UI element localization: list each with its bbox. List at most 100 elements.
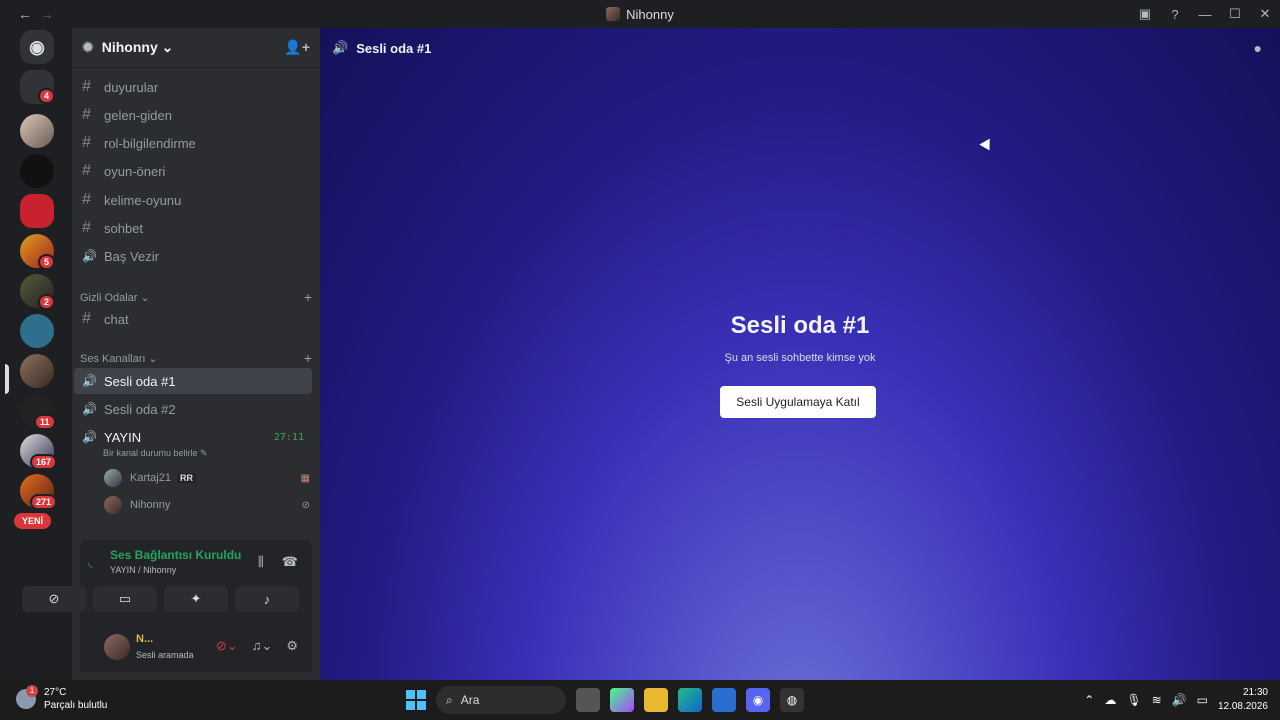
- voice-panel-icons: ⫼ ☎: [258, 554, 298, 570]
- minimize-button[interactable]: —: [1190, 7, 1220, 22]
- channel-bas-vezir[interactable]: 🔊 Baş Vezir: [74, 243, 312, 269]
- voice-user-nihonny[interactable]: Nihonny ⊘: [104, 493, 310, 517]
- battery-icon[interactable]: ▭: [1197, 693, 1208, 707]
- chevron-up-icon[interactable]: ⌃: [1084, 693, 1094, 707]
- temperature: 27°C: [44, 687, 67, 698]
- obs-icon[interactable]: ◍: [780, 688, 804, 712]
- server-icon[interactable]: [20, 194, 54, 228]
- chat-icon[interactable]: ●: [1254, 40, 1262, 56]
- speaker-icon: 🔊: [82, 402, 97, 416]
- discord-home-icon[interactable]: ◉: [20, 30, 54, 64]
- speaker-icon: 🔊: [82, 374, 97, 388]
- taskbar-search[interactable]: ⌕ Ara: [436, 686, 566, 714]
- forward-arrow-icon[interactable]: →: [40, 6, 54, 22]
- onedrive-icon[interactable]: ☁: [1104, 693, 1116, 707]
- channel-status-prompt[interactable]: Bir kanal durumu belirle ✎: [103, 448, 208, 459]
- channel-label: duyurular: [104, 79, 159, 95]
- speaker-icon: 🔊: [82, 430, 97, 444]
- activities-button[interactable]: ✦: [164, 586, 228, 612]
- invite-people-icon[interactable]: 👤+: [284, 39, 310, 56]
- back-arrow-icon[interactable]: ←: [18, 6, 32, 22]
- server-icon[interactable]: [20, 314, 54, 348]
- mute-mic-icon[interactable]: ⊘⌄: [216, 638, 238, 654]
- volume-icon[interactable]: 🔊: [1172, 693, 1187, 707]
- channel-rol-bilgilendirme[interactable]: # rol-bilgilendirme: [74, 130, 312, 156]
- inbox-icon[interactable]: ▣: [1130, 6, 1160, 22]
- channel-oyun-oneri[interactable]: # oyun-öneri: [74, 158, 312, 184]
- user-tag: RR: [176, 473, 196, 483]
- mention-badge: 2: [38, 294, 56, 310]
- channel-gelen-giden[interactable]: # gelen-giden: [74, 102, 312, 128]
- hash-icon: #: [82, 191, 91, 208]
- file-explorer-icon[interactable]: [644, 688, 668, 712]
- settings-gear-icon[interactable]: ⚙: [286, 638, 298, 654]
- category-gizli-odalar[interactable]: Gizli Odalar ⌄ +: [80, 289, 312, 305]
- camera-off-button[interactable]: ⊘: [22, 586, 86, 612]
- channel-chat[interactable]: # chat: [74, 306, 312, 332]
- avatar: [606, 7, 621, 21]
- voice-user-kartaj21[interactable]: Kartaj21 RR ▦: [104, 466, 310, 490]
- screen-share-button[interactable]: ▭: [93, 586, 157, 612]
- noise-suppression-icon[interactable]: ⫼: [258, 554, 264, 570]
- close-button[interactable]: ✕: [1250, 6, 1280, 22]
- server-icon[interactable]: [20, 114, 54, 148]
- category-label: Gizli Odalar ⌄: [80, 291, 150, 304]
- hash-icon: #: [82, 106, 91, 123]
- hash-icon: #: [82, 219, 91, 236]
- channel-kelime-oyunu[interactable]: # kelime-oyunu: [74, 187, 312, 213]
- activity-icon: ▦: [300, 472, 310, 484]
- search-label: Ara: [460, 693, 480, 707]
- discord-taskbar-icon[interactable]: ◉: [746, 688, 770, 712]
- join-voice-button[interactable]: Sesli Uygulamaya Katıl: [720, 386, 876, 418]
- disconnect-icon[interactable]: ☎: [282, 554, 298, 570]
- avatar[interactable]: [104, 634, 130, 660]
- clock[interactable]: 21:30 12.08.2026: [1218, 686, 1268, 714]
- muted-mic-icon: ⊘: [301, 499, 310, 511]
- help-icon[interactable]: ?: [1160, 7, 1190, 22]
- voice-channel-yayin[interactable]: 🔊 YAYIN 27:11: [74, 424, 312, 450]
- weather-widget[interactable]: 1 27°C Parçalı bulutlu: [16, 685, 107, 712]
- signal-icon[interactable]: ◟: [88, 554, 93, 570]
- user-name: N...: [136, 633, 154, 645]
- voice-action-buttons: ⊘ ▭ ✦ ♪: [22, 586, 299, 612]
- wifi-icon[interactable]: ≋: [1152, 693, 1162, 707]
- maximize-button[interactable]: ☐: [1220, 6, 1250, 22]
- channel-duyurular[interactable]: # duyurular: [74, 74, 312, 100]
- voice-user-name: Nihonny: [130, 499, 171, 511]
- add-channel-icon[interactable]: +: [304, 289, 312, 305]
- voice-channel-sesli-oda-2[interactable]: 🔊 Sesli oda #2: [74, 396, 312, 422]
- window-title-text: Nihonny: [626, 6, 674, 22]
- category-ses-kanallari[interactable]: Ses Kanalları ⌄ +: [80, 350, 312, 366]
- server-icon[interactable]: [20, 154, 54, 188]
- channel-label: gelen-giden: [104, 107, 172, 123]
- time: 21:30: [1242, 687, 1268, 698]
- server-icon[interactable]: [20, 354, 54, 388]
- channel-sohbet[interactable]: # sohbet: [74, 215, 312, 241]
- start-button[interactable]: [406, 690, 426, 710]
- edge-icon[interactable]: [678, 688, 702, 712]
- date: 12.08.2026: [1217, 701, 1268, 712]
- new-badge[interactable]: YENİ: [14, 513, 52, 529]
- taskbar: 1 27°C Parçalı bulutlu ⌕ Ara ◉ ◍ ⌃ ☁ 🎙 ≋…: [0, 680, 1280, 720]
- soundboard-button[interactable]: ♪: [235, 586, 299, 612]
- headphones-icon[interactable]: ♫⌄: [252, 638, 273, 654]
- hash-icon: #: [82, 78, 91, 95]
- server-name: Nihonny ⌄: [101, 39, 174, 55]
- channel-label: rol-bilgilendirme: [104, 135, 196, 151]
- window-controls: ▣ ? — ☐ ✕: [1130, 0, 1280, 28]
- voice-channel-sesli-oda-1[interactable]: 🔊 Sesli oda #1: [74, 368, 312, 394]
- mention-badge: 271: [30, 494, 58, 510]
- channel-label: Sesli oda #1: [104, 373, 176, 389]
- voice-channel-view: 🔊 Sesli oda #1 ● Sesli oda #1 Şu an sesl…: [320, 28, 1280, 680]
- task-view-icon[interactable]: [576, 688, 600, 712]
- server-header[interactable]: ✹ Nihonny ⌄ 👤+: [72, 28, 320, 68]
- add-channel-icon[interactable]: +: [304, 350, 312, 366]
- voice-status-subtitle[interactable]: YAYIN / Nihonny: [110, 565, 176, 575]
- copilot-icon[interactable]: [610, 688, 634, 712]
- microphone-icon[interactable]: 🎙: [1126, 693, 1141, 707]
- voice-status-title: Ses Bağlantısı Kuruldu: [110, 548, 242, 562]
- taskbar-apps: ⌕ Ara ◉ ◍: [406, 686, 804, 714]
- system-tray: ⌃ ☁ 🎙 ≋ 🔊 ▭ 21:30 12.08.2026: [1084, 680, 1268, 720]
- store-icon[interactable]: [712, 688, 736, 712]
- channel-label: YAYIN: [104, 429, 142, 445]
